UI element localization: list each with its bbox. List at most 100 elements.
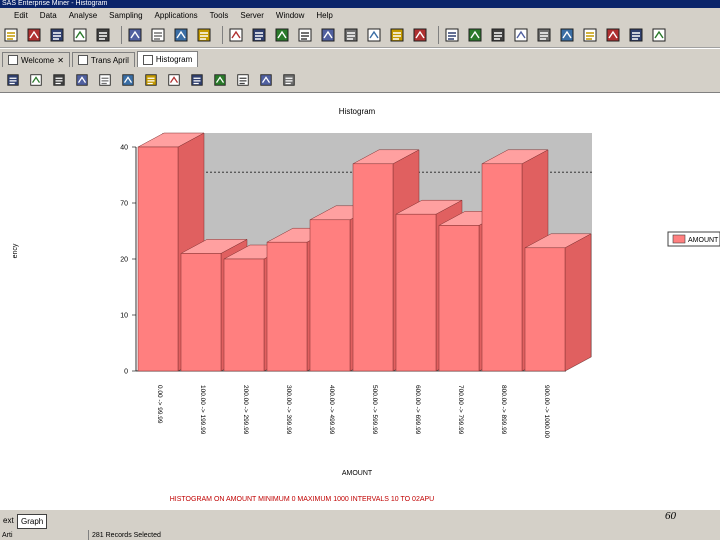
arrow-button[interactable] xyxy=(172,26,190,44)
picture-icon xyxy=(122,73,134,86)
x-axis-label: AMOUNT xyxy=(342,470,373,477)
rank-icon xyxy=(537,28,551,41)
image-icon xyxy=(191,73,203,86)
bottom-tab-graph[interactable]: Graph xyxy=(17,514,48,529)
export-icon xyxy=(73,28,87,41)
open-icon xyxy=(27,28,41,41)
document-button[interactable] xyxy=(227,26,245,44)
grid-delete-button[interactable] xyxy=(319,26,337,44)
refresh-icon xyxy=(390,28,404,41)
box-plot-button[interactable] xyxy=(167,73,181,87)
sort-button[interactable] xyxy=(489,26,507,44)
window-title-bar: SAS Enterprise Miner - Histogram xyxy=(0,0,720,8)
columns-icon xyxy=(367,28,381,41)
legend-label: AMOUNT xyxy=(688,237,719,244)
chart-area: Histogram ency AMOUNT HISTOGRAM ON AMOUN… xyxy=(0,93,720,510)
edit-table-icon xyxy=(275,28,289,41)
sas-button[interactable] xyxy=(342,26,360,44)
export-data-icon xyxy=(629,28,643,41)
chart-title: Histogram xyxy=(339,107,376,116)
export-data-button[interactable] xyxy=(627,26,645,44)
save-icon xyxy=(50,28,64,41)
histogram-bar xyxy=(266,241,308,372)
stacked-bar-button[interactable] xyxy=(52,73,66,87)
chart-icon xyxy=(142,54,153,65)
menu-tools[interactable]: Tools xyxy=(204,11,235,20)
box-plot-icon xyxy=(168,73,180,86)
menu-analyse[interactable]: Analyse xyxy=(63,11,103,20)
menu-window[interactable]: Window xyxy=(270,11,310,20)
toolbar-separator xyxy=(222,25,223,44)
globe-icon xyxy=(606,28,620,41)
status-left: Arti xyxy=(2,531,13,539)
percent-button[interactable] xyxy=(411,26,429,44)
columns-button[interactable] xyxy=(365,26,383,44)
refresh-button[interactable] xyxy=(388,26,406,44)
tab-trans-april[interactable]: Trans April xyxy=(71,52,135,67)
menu-server[interactable]: Server xyxy=(234,11,270,20)
globe-button[interactable] xyxy=(604,26,622,44)
notes-button[interactable] xyxy=(195,26,213,44)
tab-welcome[interactable]: Welcome ✕ xyxy=(2,52,70,67)
table-button[interactable] xyxy=(250,26,268,44)
rotate-button[interactable] xyxy=(282,73,296,87)
open-button[interactable] xyxy=(25,26,43,44)
print-button[interactable] xyxy=(94,26,112,44)
data-button[interactable] xyxy=(149,26,167,44)
chart-footnote: HISTOGRAM ON AMOUNT MINIMUM 0 MAXIMUM 10… xyxy=(170,496,435,503)
rotate-icon xyxy=(283,73,295,86)
calendar-button[interactable] xyxy=(213,73,227,87)
tab-histogram[interactable]: Histogram xyxy=(136,51,199,67)
menu-sampling[interactable]: Sampling xyxy=(103,11,148,20)
scatter-button[interactable] xyxy=(144,73,158,87)
y-tick-label: 10 xyxy=(120,313,128,320)
split-icon xyxy=(445,28,459,41)
rank-button[interactable] xyxy=(535,26,553,44)
sas-icon xyxy=(344,28,358,41)
x-tick-label: 300.00 -> 399.99 xyxy=(285,385,292,435)
line-chart-button[interactable] xyxy=(75,73,89,87)
chart-button[interactable] xyxy=(581,26,599,44)
tab-histogram-label: Histogram xyxy=(155,55,193,64)
menu-edit[interactable]: Edit xyxy=(8,11,34,20)
bar-chart-icon xyxy=(30,73,42,86)
menu-applications[interactable]: Applications xyxy=(149,11,204,20)
menu-data[interactable]: Data xyxy=(34,11,63,20)
split-button[interactable] xyxy=(443,26,461,44)
save-button[interactable] xyxy=(48,26,66,44)
export-button[interactable] xyxy=(71,26,89,44)
eye-button[interactable] xyxy=(259,73,273,87)
histogram-button[interactable] xyxy=(6,73,20,87)
menu-help[interactable]: Help xyxy=(310,11,338,20)
stacked-bar-icon xyxy=(53,73,65,86)
welcome-icon xyxy=(8,55,18,65)
image-button[interactable] xyxy=(190,73,204,87)
histogram-bar xyxy=(524,247,566,372)
histogram-icon xyxy=(7,73,19,86)
close-tab-icon[interactable]: ✕ xyxy=(57,56,64,65)
open-folder-icon xyxy=(4,28,18,41)
picture-button[interactable] xyxy=(121,73,135,87)
edit-table-button[interactable] xyxy=(273,26,291,44)
import-data-button[interactable] xyxy=(650,26,668,44)
frame-button[interactable] xyxy=(98,73,112,87)
histogram-bar xyxy=(309,219,351,372)
undo-button[interactable] xyxy=(126,26,144,44)
document-icon xyxy=(229,28,243,41)
number-button[interactable] xyxy=(512,26,530,44)
arrow-icon xyxy=(174,28,188,41)
open-folder-button[interactable] xyxy=(2,26,20,44)
bar-chart-button[interactable] xyxy=(29,73,43,87)
camera-button[interactable] xyxy=(236,73,250,87)
histogram-bar xyxy=(180,253,222,372)
chart-icon xyxy=(583,28,597,41)
stats-button[interactable] xyxy=(558,26,576,44)
grid-button[interactable] xyxy=(296,26,314,44)
compare-button[interactable] xyxy=(466,26,484,44)
x-tick-label: 900.00 -> 1000.00 xyxy=(543,385,550,438)
bottom-tab-text[interactable]: ext xyxy=(0,514,17,527)
stats-icon xyxy=(560,28,574,41)
x-tick-label: 200.00 -> 299.99 xyxy=(242,385,249,435)
y-tick-label: 20 xyxy=(120,257,128,264)
toolbar-separator xyxy=(121,25,122,44)
